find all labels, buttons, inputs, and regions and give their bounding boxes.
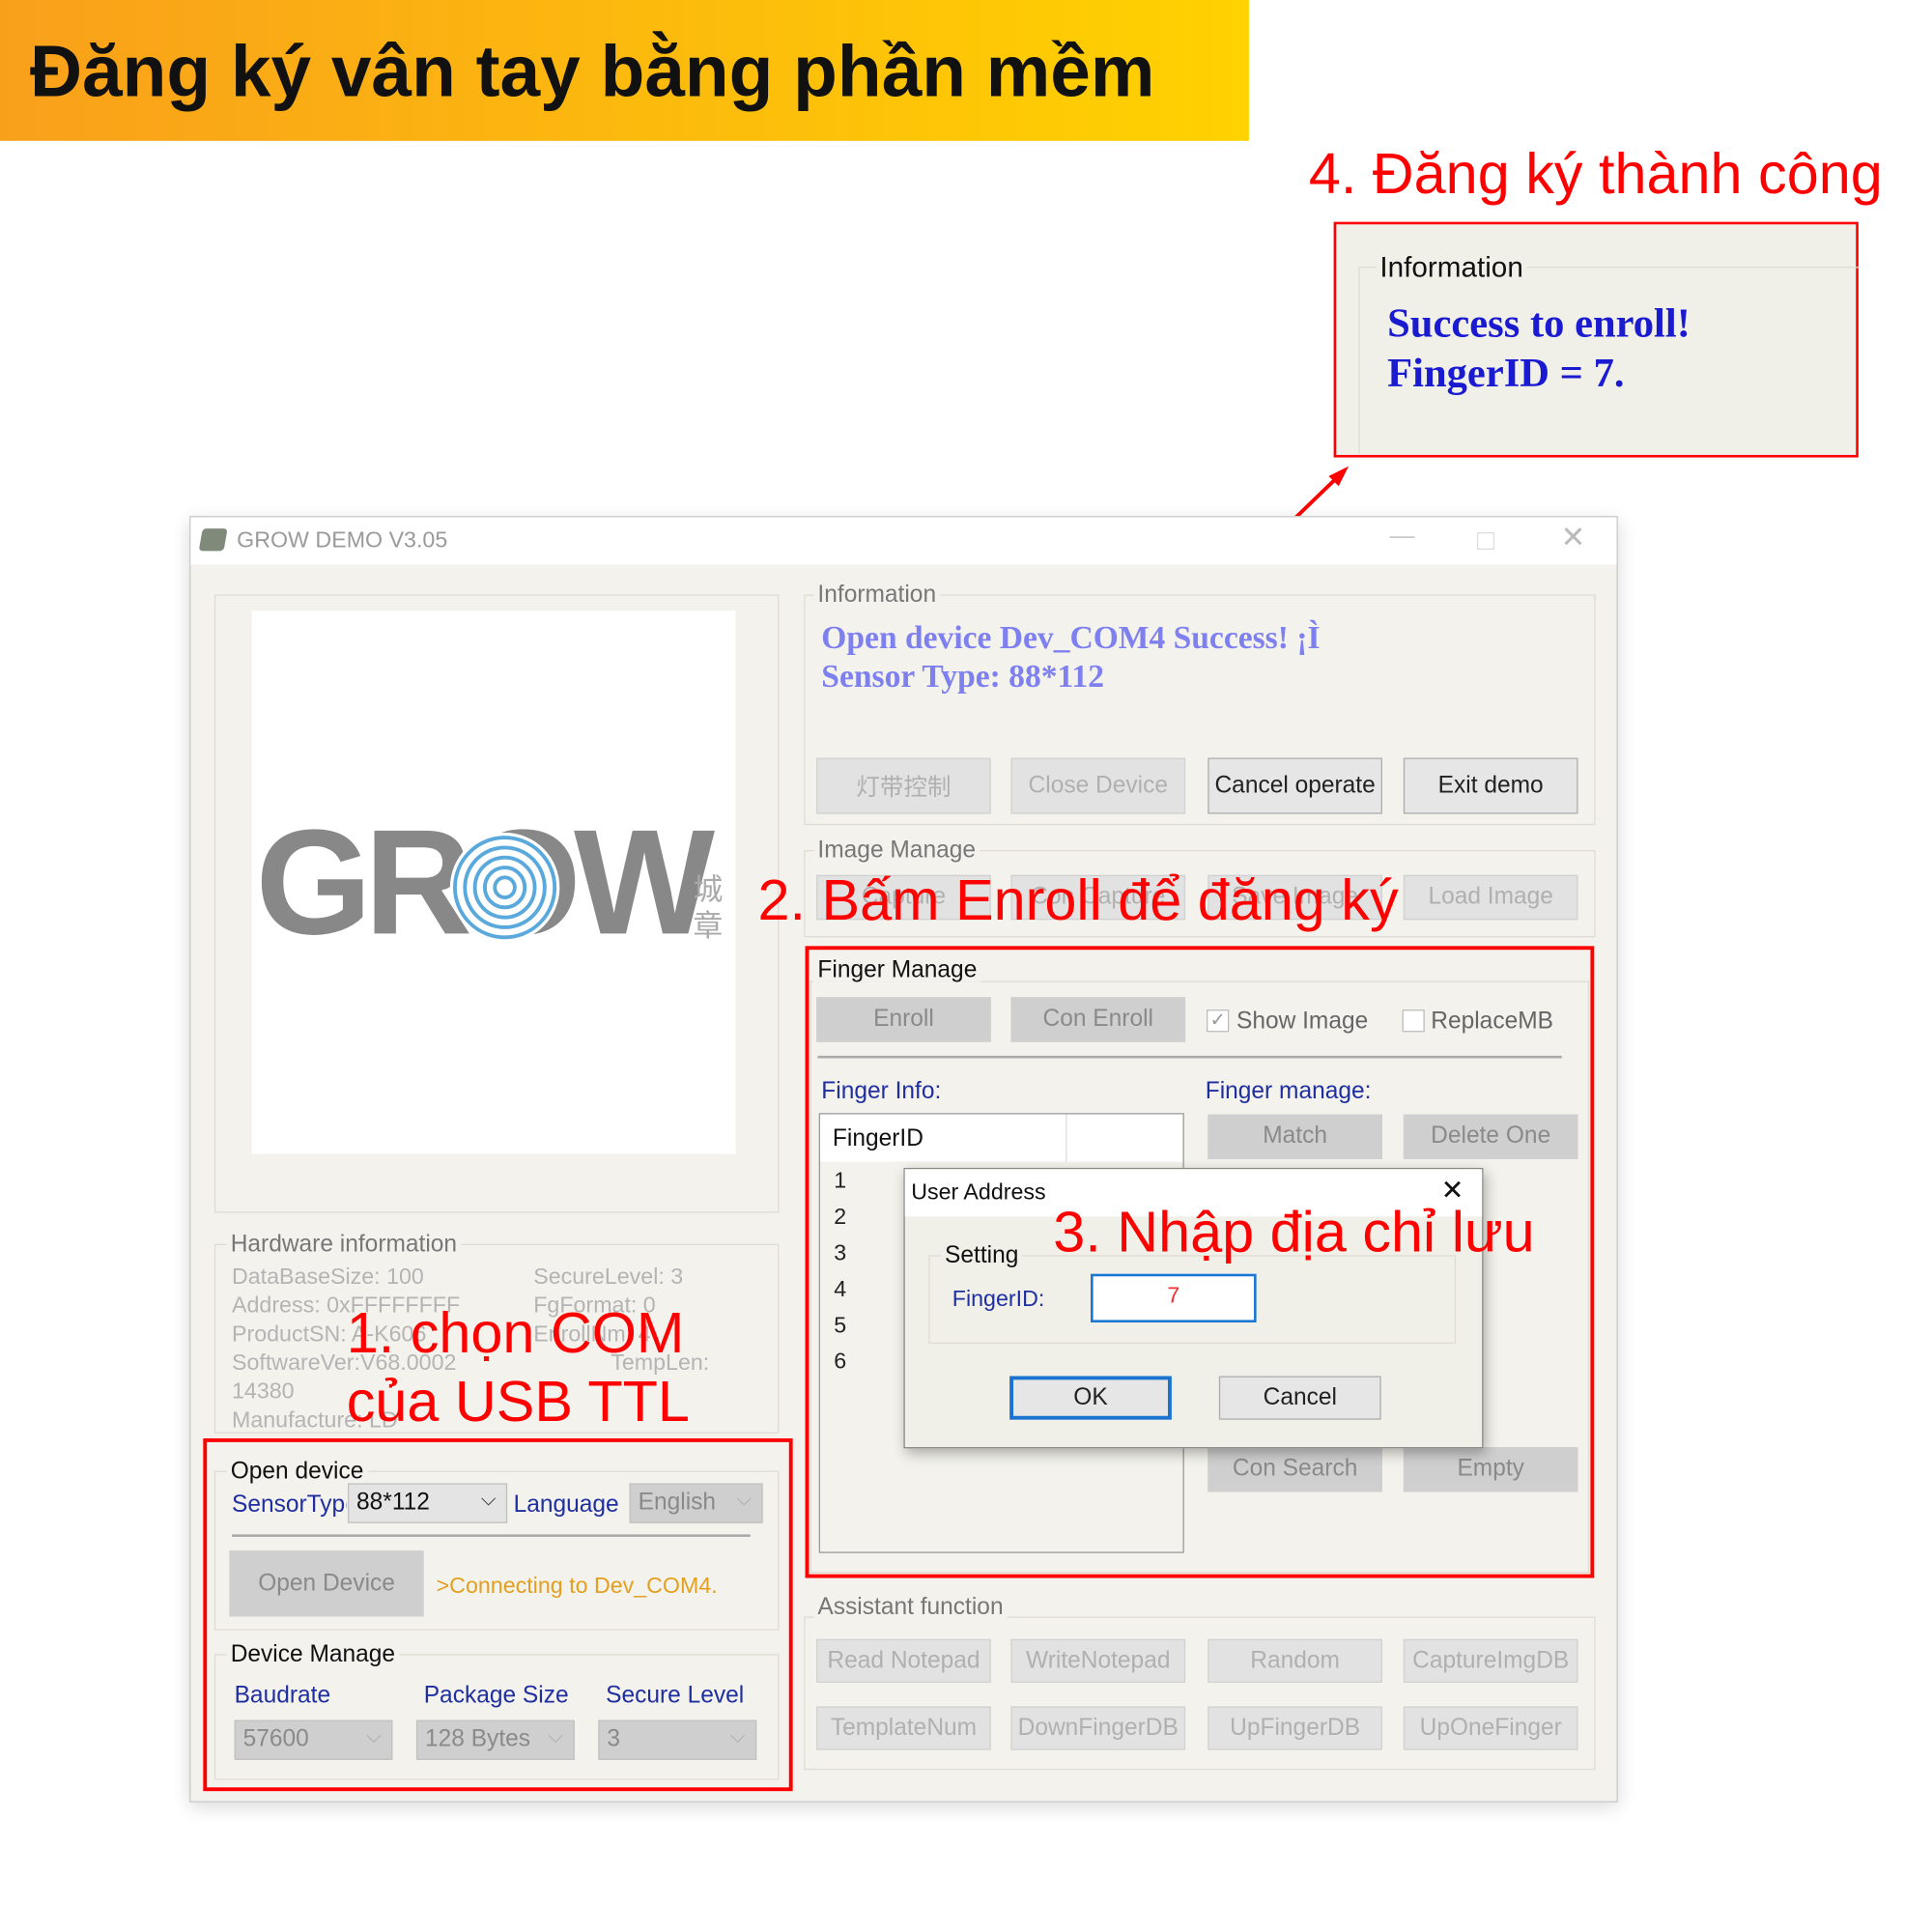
fingerprint-icon — [449, 832, 560, 943]
finger-id-input[interactable]: 7 — [1091, 1273, 1257, 1323]
tutorial-canvas: Đăng ký vân tay bằng phần mềm 4. Đăng ký… — [0, 0, 1932, 1932]
down-finger-db-button[interactable]: DownFingerDB — [1010, 1706, 1186, 1750]
load-image-button[interactable]: Load Image — [1403, 874, 1578, 921]
setting-label: Setting — [941, 1243, 1023, 1268]
annotation-step1-line1: 1. chọn COM — [346, 1299, 685, 1365]
cancel-button[interactable]: Cancel — [1218, 1376, 1381, 1420]
hw-database-size: DataBaseSize: 100 — [231, 1264, 424, 1290]
maximize-button[interactable] — [1477, 531, 1495, 551]
finger-id-field-label: FingerID: — [952, 1286, 1045, 1312]
window-title: GROW DEMO V3.05 — [237, 526, 448, 553]
led-control-button[interactable]: 灯带控制 — [816, 757, 991, 814]
dialog-title: User Address — [911, 1179, 1046, 1205]
info-message-line1: Open device Dev_COM4 Success! ¡Ì — [821, 619, 1321, 656]
close-device-button[interactable]: Close Device — [1010, 757, 1186, 814]
write-notepad-button[interactable]: WriteNotepad — [1010, 1638, 1186, 1683]
annotation-step3: 3. Nhập địa chỉ lưu — [1053, 1199, 1535, 1264]
capture-img-db-button[interactable]: CaptureImgDB — [1403, 1638, 1578, 1683]
cancel-operate-button[interactable]: Cancel operate — [1208, 757, 1382, 814]
highlight-step1 — [203, 1438, 793, 1792]
ok-button[interactable]: OK — [1009, 1376, 1172, 1420]
read-notepad-button[interactable]: Read Notepad — [816, 1638, 991, 1683]
hw-secure-level: SecureLevel: 3 — [533, 1264, 684, 1290]
up-one-finger-button[interactable]: UpOneFinger — [1403, 1706, 1578, 1750]
exit-demo-button[interactable]: Exit demo — [1403, 757, 1578, 814]
minimize-button[interactable]: — — [1390, 524, 1415, 549]
annotation-step1-line2: của USB TTL — [346, 1368, 690, 1434]
assistant-label: Assistant function — [813, 1595, 1008, 1620]
logo-side-text: 城章 — [693, 872, 724, 944]
information-label: Information — [813, 582, 940, 608]
info-message-line2: Sensor Type: 88*112 — [821, 658, 1104, 695]
random-button[interactable]: Random — [1208, 1638, 1382, 1683]
hw-templen-value: 14380 — [231, 1378, 295, 1404]
template-num-button[interactable]: TemplateNum — [816, 1706, 991, 1750]
annotation-step2: 2. Bấm Enroll để đăng ký — [757, 867, 1399, 933]
hardware-info-label: Hardware information — [226, 1233, 461, 1257]
app-chip-icon — [198, 528, 228, 552]
close-window-button[interactable]: ✕ — [1560, 523, 1585, 554]
up-finger-db-button[interactable]: UpFingerDB — [1208, 1706, 1382, 1750]
image-manage-label: Image Manage — [813, 838, 980, 863]
